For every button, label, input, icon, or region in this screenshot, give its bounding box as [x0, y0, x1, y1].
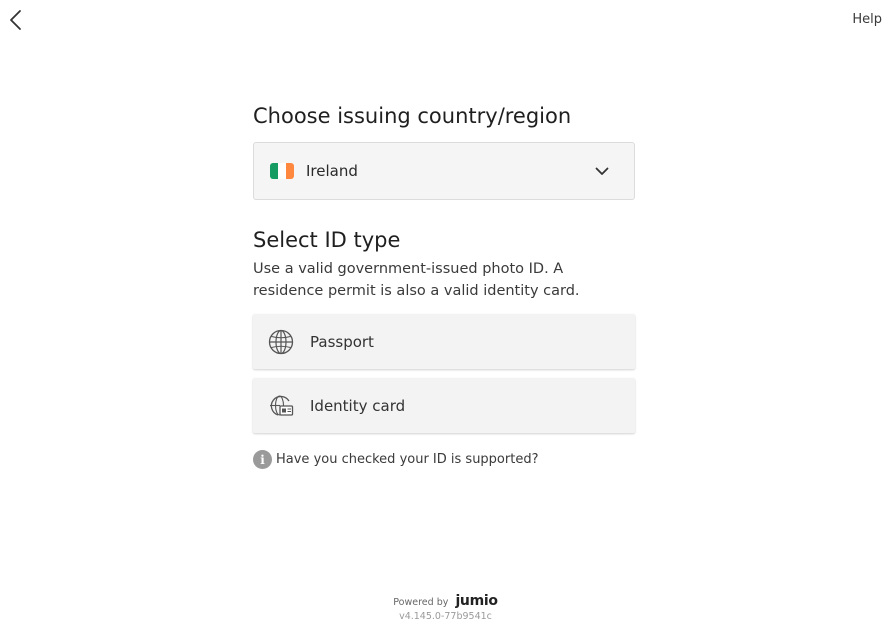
- id-card-icon: [268, 393, 294, 419]
- country-section-title: Choose issuing country/region: [253, 104, 572, 128]
- footer: Powered by jumio v4.145.0-77b9541c: [0, 590, 891, 622]
- id-type-section-title: Select ID type: [253, 228, 401, 252]
- globe-icon: [268, 329, 294, 355]
- powered-by-label: Powered by: [393, 597, 449, 608]
- powered-by: Powered by jumio: [0, 590, 891, 609]
- help-link[interactable]: Help: [852, 12, 882, 27]
- id-type-description: Use a valid government-issued photo ID. …: [253, 261, 580, 299]
- passport-option[interactable]: Passport: [253, 314, 635, 369]
- version-label: v4.145.0-77b9541c: [399, 611, 492, 622]
- country-select[interactable]: Ireland: [253, 142, 635, 200]
- page: Help Choose issuing country/region Irela…: [0, 0, 891, 626]
- chevron-down-icon: [592, 161, 612, 181]
- id-supported-link[interactable]: i Have you checked your ID is supported?: [253, 450, 635, 469]
- id-supported-text: Have you checked your ID is supported?: [276, 452, 539, 467]
- info-icon: i: [253, 450, 272, 469]
- selected-country: Ireland: [306, 162, 358, 180]
- ireland-flag-icon: [270, 163, 294, 179]
- passport-label: Passport: [310, 332, 374, 351]
- back-button[interactable]: [4, 8, 28, 32]
- identity-card-label: Identity card: [310, 396, 406, 415]
- identity-card-option[interactable]: Identity card: [253, 378, 635, 433]
- jumio-logo: jumio: [455, 593, 498, 609]
- main-content: Choose issuing country/region Ireland Se…: [253, 100, 635, 469]
- chevron-left-icon: [10, 10, 21, 30]
